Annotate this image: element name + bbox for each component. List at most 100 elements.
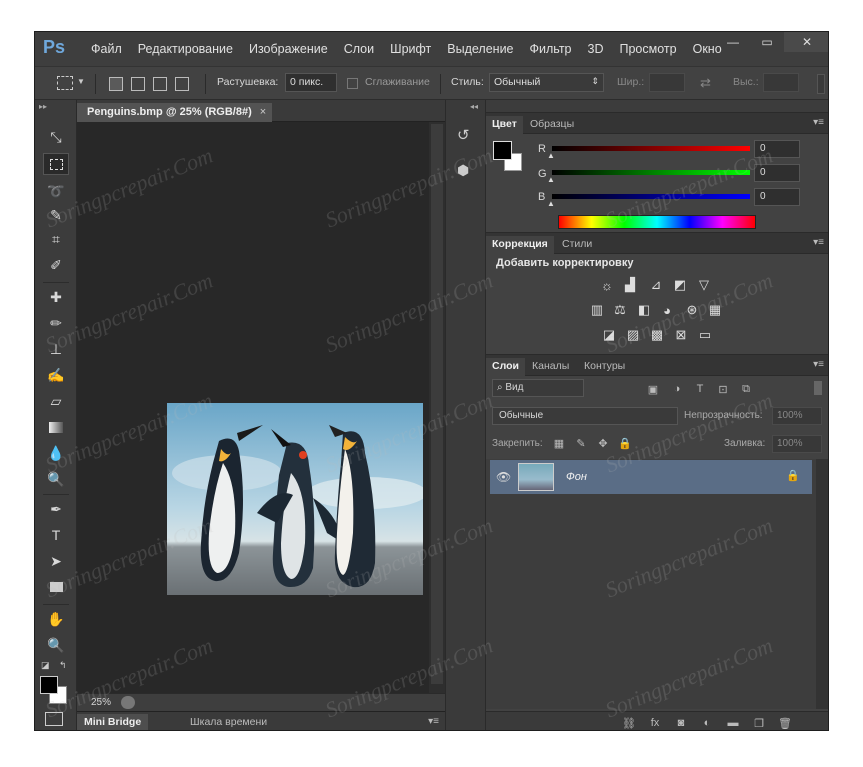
filter-type-icon[interactable]: T: [693, 382, 707, 396]
tab-swatches[interactable]: Образцы: [524, 116, 580, 134]
tab-mini-bridge[interactable]: Mini Bridge: [77, 714, 149, 730]
tab-layers[interactable]: Слои: [486, 358, 525, 376]
swap-colors-icon[interactable]: ↰: [59, 660, 67, 671]
channel-r-input[interactable]: 0: [754, 140, 800, 158]
new-layer-icon[interactable]: ❐: [752, 716, 766, 730]
refine-edge-button[interactable]: [817, 74, 825, 94]
document-tab[interactable]: Penguins.bmp @ 25% (RGB/8#) ×: [77, 103, 273, 122]
slider-handle-icon[interactable]: ▲: [547, 175, 555, 184]
zoom-tool-icon[interactable]: 🔍: [43, 634, 69, 656]
foreground-color-swatch[interactable]: [493, 141, 512, 160]
filter-smart-object-icon[interactable]: ⧉: [739, 382, 753, 396]
panel-menu-icon[interactable]: ▾≡: [813, 117, 824, 128]
visibility-eye-icon[interactable]: 👁: [496, 470, 511, 484]
eraser-tool-icon[interactable]: ▱: [43, 390, 69, 412]
layer-row[interactable]: 👁 Фон 🔒: [490, 460, 812, 494]
menu-edit[interactable]: Редактирование: [130, 42, 241, 56]
height-input[interactable]: [763, 73, 799, 92]
lock-pixels-icon[interactable]: ✎: [574, 436, 588, 450]
expand-dock-icon[interactable]: ◂◂: [470, 102, 478, 111]
channel-r-slider[interactable]: [552, 146, 750, 151]
layer-filter-select[interactable]: ⌕ Вид: [492, 379, 584, 397]
history-brush-tool-icon[interactable]: ✍: [43, 364, 69, 386]
filter-shape-icon[interactable]: ⊡: [716, 382, 730, 396]
panel-menu-icon[interactable]: ▾≡: [813, 237, 824, 248]
history-panel-icon[interactable]: ↺: [457, 126, 470, 144]
gradient-map-icon[interactable]: ▭: [697, 327, 713, 342]
brightness-contrast-icon[interactable]: ☼: [599, 278, 615, 293]
blend-mode-select[interactable]: Обычные: [492, 407, 678, 425]
pen-tool-icon[interactable]: ✒: [43, 498, 69, 520]
channel-g-slider[interactable]: [552, 170, 750, 175]
hue-saturation-icon[interactable]: ▥: [589, 302, 605, 317]
menu-3d[interactable]: 3D: [580, 42, 612, 56]
layer-name[interactable]: Фон: [566, 471, 587, 483]
black-white-icon[interactable]: ◧: [636, 302, 652, 317]
new-group-icon[interactable]: ▬: [726, 716, 740, 730]
tab-timeline[interactable]: Шкала времени: [183, 714, 274, 730]
channel-b-slider[interactable]: [552, 194, 750, 199]
channel-b-input[interactable]: 0: [754, 188, 800, 206]
fill-input[interactable]: 100%: [772, 435, 822, 453]
panel-menu-icon[interactable]: ▾≡: [813, 359, 824, 370]
filter-pixel-icon[interactable]: ▣: [646, 382, 660, 396]
levels-icon[interactable]: ▟: [622, 277, 638, 292]
slider-handle-icon[interactable]: ▲: [547, 199, 555, 208]
curves-icon[interactable]: ⊿: [648, 277, 664, 292]
path-selection-tool-icon[interactable]: ➤: [43, 550, 69, 572]
hand-tool-icon[interactable]: ✋: [43, 608, 69, 630]
style-select[interactable]: Обычный ⇕: [489, 73, 604, 92]
posterize-icon[interactable]: ▨: [625, 327, 641, 342]
status-info-icon[interactable]: [121, 696, 135, 709]
type-tool-icon[interactable]: T: [43, 524, 69, 546]
link-layers-icon[interactable]: ⛓: [622, 716, 636, 730]
channel-g-input[interactable]: 0: [754, 164, 800, 182]
lasso-tool-icon[interactable]: ➰: [43, 180, 69, 202]
antialias-checkbox[interactable]: [347, 78, 358, 89]
slider-handle-icon[interactable]: ▲: [547, 151, 555, 160]
marquee-tool-icon[interactable]: [43, 153, 69, 175]
collapse-toolbar-icon[interactable]: ▸▸: [39, 102, 47, 111]
swap-icon[interactable]: ⇄: [700, 75, 711, 91]
intersect-selection-icon[interactable]: [175, 77, 189, 91]
tab-color[interactable]: Цвет: [486, 116, 523, 134]
minimize-button[interactable]: —: [716, 32, 750, 52]
rectangle-tool-icon[interactable]: [43, 576, 69, 598]
eyedropper-tool-icon[interactable]: ✐: [43, 254, 69, 276]
new-adjustment-layer-icon[interactable]: ◐: [700, 716, 714, 730]
move-tool-icon[interactable]: ⤡: [43, 126, 69, 148]
menu-filter[interactable]: Фильтр: [522, 42, 580, 56]
maximize-button[interactable]: ▭: [750, 32, 784, 52]
close-tab-icon[interactable]: ×: [260, 106, 266, 118]
tab-adjustments[interactable]: Коррекция: [486, 236, 554, 254]
lock-position-icon[interactable]: ✥: [596, 436, 610, 450]
panel-menu-icon[interactable]: ▾≡: [428, 716, 439, 727]
delete-layer-icon[interactable]: 🗑: [778, 716, 792, 730]
add-selection-icon[interactable]: [131, 77, 145, 91]
blur-tool-icon[interactable]: 💧: [43, 442, 69, 464]
lock-all-icon[interactable]: 🔒: [618, 436, 632, 450]
close-button[interactable]: ✕: [784, 32, 828, 52]
menu-type[interactable]: Шрифт: [382, 42, 439, 56]
quick-mask-icon[interactable]: [45, 712, 63, 726]
dodge-tool-icon[interactable]: 🔍: [43, 468, 69, 490]
marquee-preset-icon[interactable]: [57, 76, 73, 90]
lock-transparency-icon[interactable]: ▦: [552, 436, 566, 450]
channel-mixer-icon[interactable]: ⊛: [684, 302, 700, 317]
filter-toggle[interactable]: [814, 381, 822, 395]
selective-color-icon[interactable]: ⊠: [673, 327, 689, 342]
quick-selection-tool-icon[interactable]: ✎: [43, 204, 69, 226]
zoom-level[interactable]: 25%: [91, 697, 111, 708]
color-balance-icon[interactable]: ⚖: [612, 302, 628, 317]
vibrance-icon[interactable]: ▽: [696, 277, 712, 292]
brush-tool-icon[interactable]: ✏: [43, 312, 69, 334]
threshold-icon[interactable]: ▩: [649, 327, 665, 342]
invert-icon[interactable]: ◪: [601, 327, 617, 342]
tab-channels[interactable]: Каналы: [526, 358, 575, 376]
menu-view[interactable]: Просмотр: [612, 42, 685, 56]
tab-paths[interactable]: Контуры: [578, 358, 631, 376]
vertical-scrollbar[interactable]: [429, 122, 445, 693]
document-canvas[interactable]: [77, 122, 429, 693]
healing-brush-tool-icon[interactable]: ✚: [43, 286, 69, 308]
layer-style-icon[interactable]: fx: [648, 716, 662, 730]
